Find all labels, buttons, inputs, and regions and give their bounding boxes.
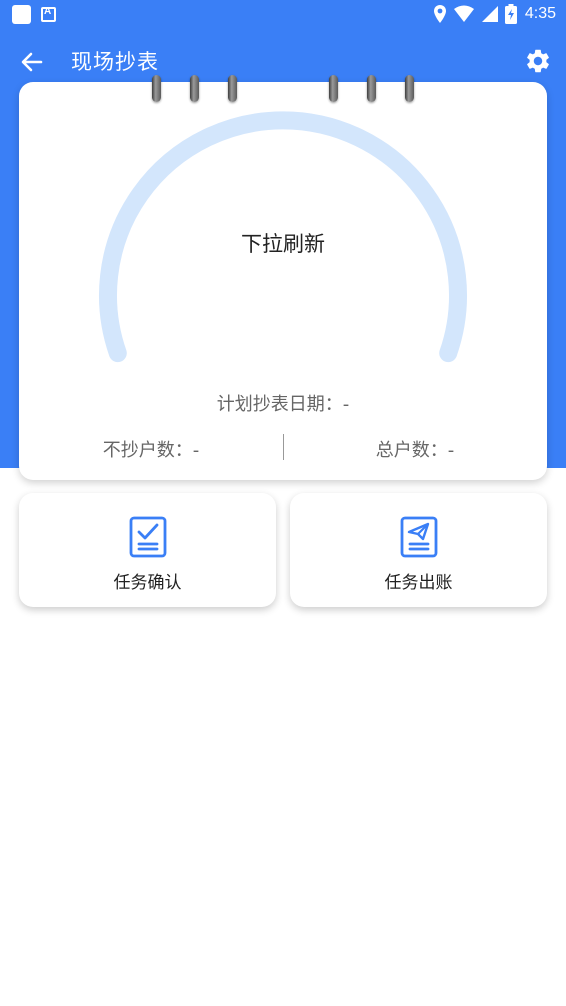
status-bar: A 4:35 — [0, 0, 566, 30]
stats-row: 不抄户数：- 总户数：- — [19, 434, 547, 462]
checklist-icon — [129, 516, 167, 558]
total-count-label: 总户数：- — [375, 440, 455, 461]
task-billing-button[interactable]: 任务出账 — [290, 493, 547, 607]
binder-ring — [329, 75, 338, 102]
signal-icon — [481, 6, 498, 22]
task-confirm-button[interactable]: 任务确认 — [19, 493, 276, 607]
summary-card[interactable]: 下拉刷新 计划抄表日期：- 不抄户数：- 总户数：- — [19, 82, 547, 480]
arrow-left-icon — [21, 52, 43, 72]
task-billing-label: 任务出账 — [384, 573, 453, 593]
app-square-icon — [12, 5, 31, 24]
send-document-icon — [400, 516, 438, 558]
task-confirm-label: 任务确认 — [113, 573, 182, 593]
battery-charging-icon — [504, 4, 517, 24]
binder-rings — [0, 75, 566, 105]
screen: A 4:35 现场抄表 下拉刷新 计划抄表日期：- 不抄户数：- 总户数：- 任… — [0, 0, 566, 1006]
unread-count-label: 不抄户数：- — [102, 440, 200, 461]
gear-icon — [527, 49, 549, 73]
location-icon — [433, 5, 446, 23]
plan-date-label: 计划抄表日期：- — [216, 394, 350, 415]
accessibility-a-icon: A — [41, 6, 56, 22]
back-button[interactable] — [16, 48, 50, 76]
pull-to-refresh-text: 下拉刷新 — [241, 232, 325, 256]
binder-ring — [367, 75, 376, 102]
page-title: 现场抄表 — [71, 50, 159, 74]
status-time: 4:35 — [524, 5, 556, 22]
binder-ring — [228, 75, 237, 102]
binder-ring — [190, 75, 199, 102]
settings-button[interactable] — [524, 47, 552, 75]
wifi-icon — [453, 5, 474, 22]
binder-ring — [152, 75, 161, 102]
binder-ring — [405, 75, 414, 102]
